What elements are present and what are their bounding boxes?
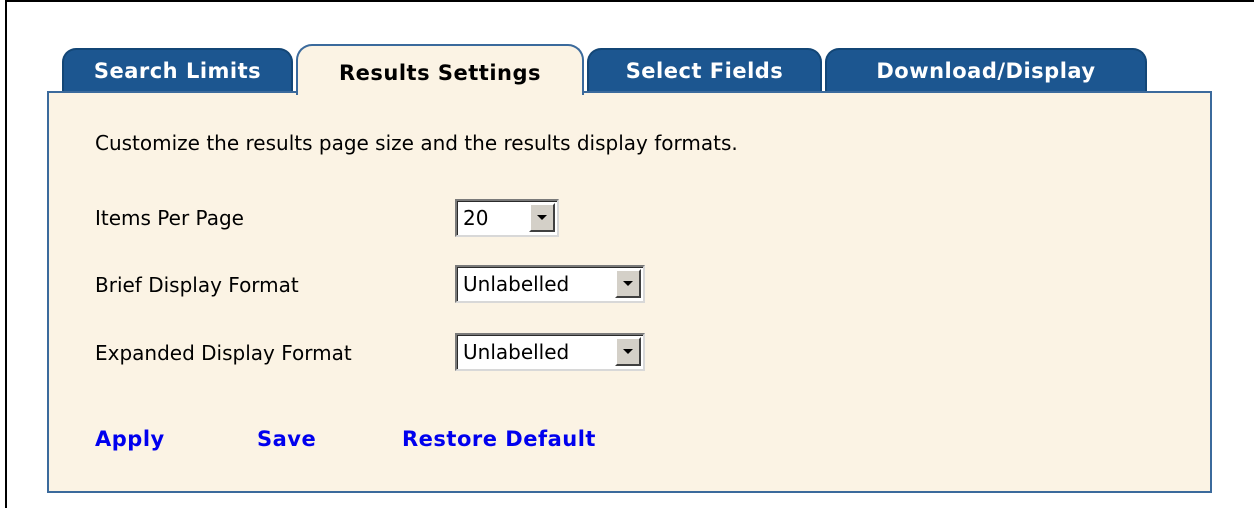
save-link[interactable]: Save [257, 427, 316, 451]
expanded-display-format-select[interactable]: Unlabelled [455, 333, 645, 371]
brief-display-format-value: Unlabelled [463, 272, 570, 296]
brief-display-format-select[interactable]: Unlabelled [455, 265, 645, 303]
tab-search-limits[interactable]: Search Limits [62, 48, 293, 92]
items-per-page-select[interactable]: 20 [455, 199, 559, 237]
items-per-page-value: 20 [463, 206, 489, 230]
results-settings-panel: Customize the results page size and the … [47, 91, 1212, 493]
dropdown-button[interactable] [615, 337, 641, 366]
expanded-display-format-value: Unlabelled [463, 340, 570, 364]
dropdown-button[interactable] [529, 203, 555, 232]
restore-default-link[interactable]: Restore Default [402, 427, 596, 451]
apply-link[interactable]: Apply [95, 427, 165, 451]
chevron-down-icon [623, 281, 633, 286]
tab-download-display[interactable]: Download/Display [825, 48, 1147, 92]
expanded-display-format-label: Expanded Display Format [95, 341, 352, 365]
chevron-down-icon [623, 349, 633, 354]
items-per-page-label: Items Per Page [95, 206, 244, 230]
dropdown-button[interactable] [615, 269, 641, 298]
brief-display-format-label: Brief Display Format [95, 273, 299, 297]
chevron-down-icon [537, 215, 547, 220]
tab-results-settings[interactable]: Results Settings [296, 44, 584, 95]
tab-select-fields[interactable]: Select Fields [587, 48, 822, 92]
panel-description: Customize the results page size and the … [95, 131, 738, 155]
